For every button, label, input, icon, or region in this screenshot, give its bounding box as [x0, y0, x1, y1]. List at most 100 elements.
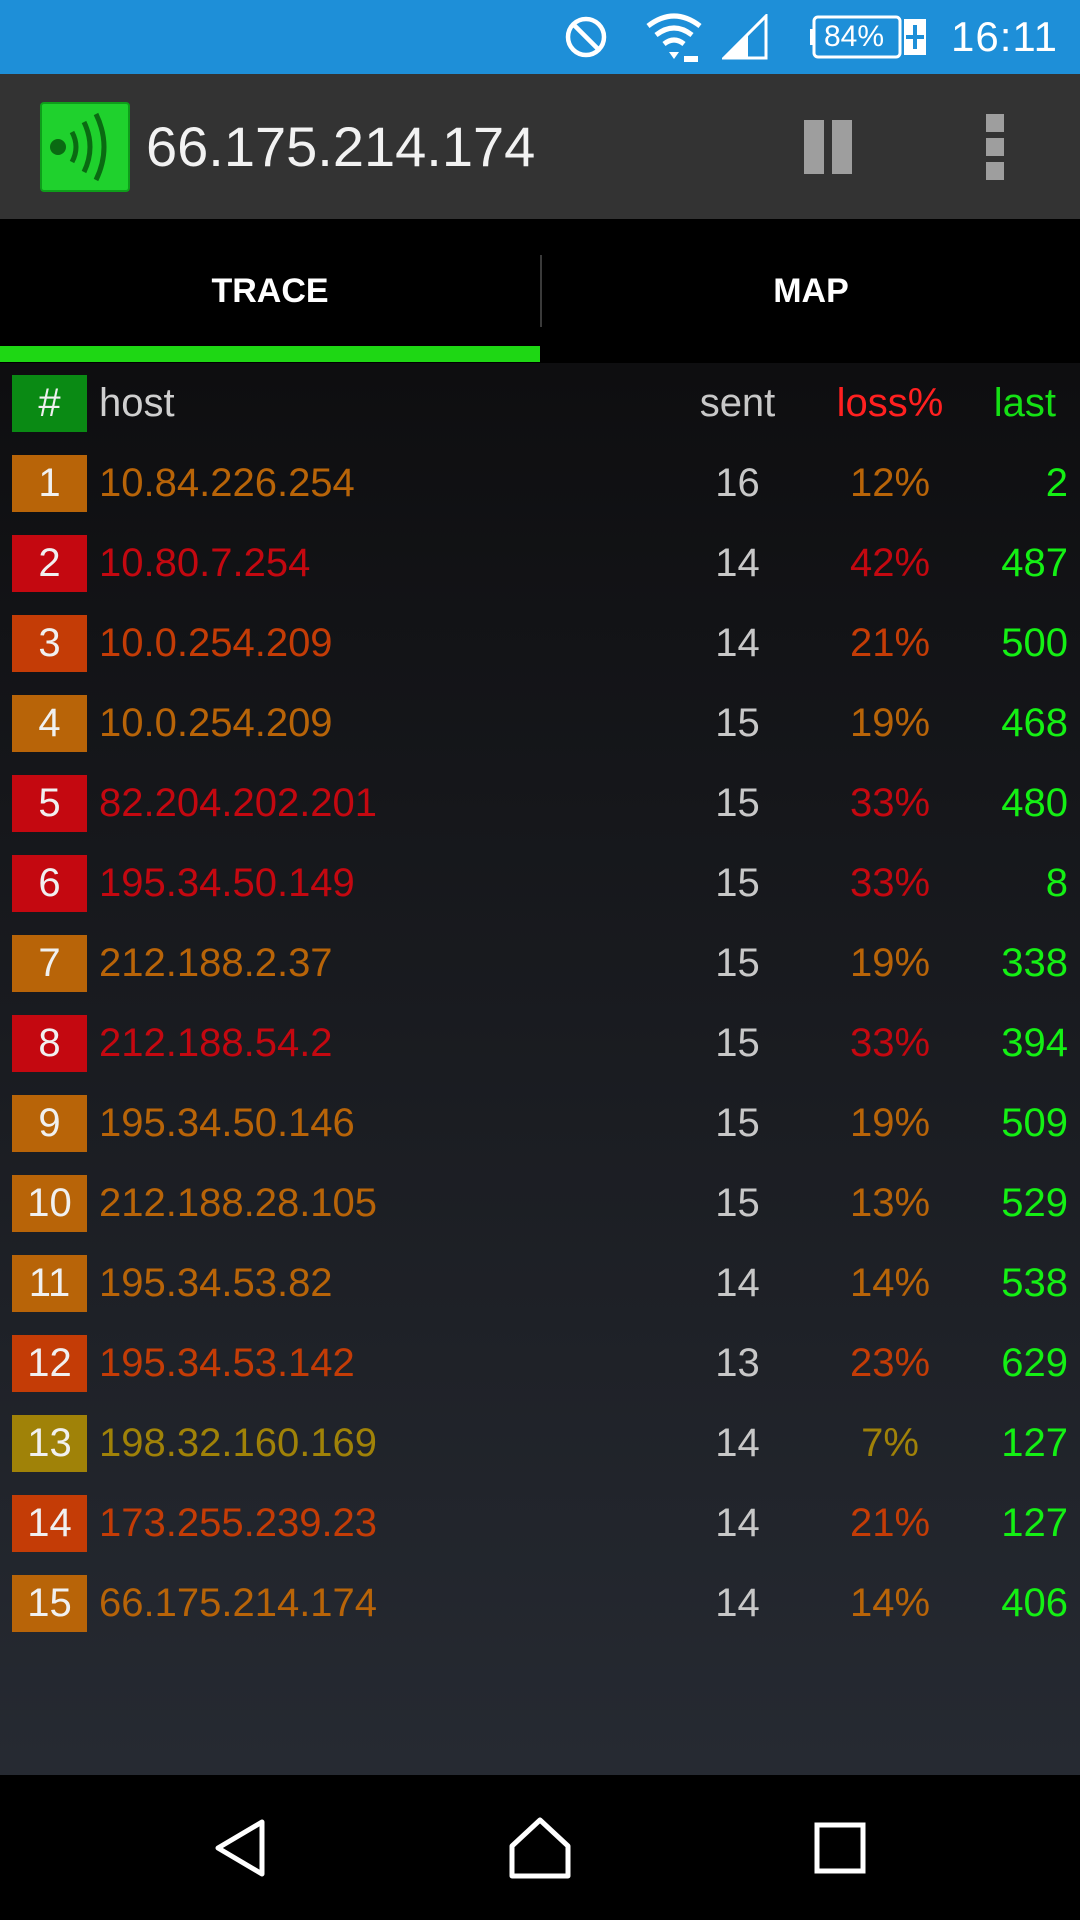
table-row[interactable]: 7 212.188.2.37 15 19% 338	[0, 923, 1080, 1003]
hop-sent: 13	[715, 1340, 760, 1385]
hop-sent: 14	[715, 1500, 760, 1545]
header-host: host	[99, 380, 175, 425]
table-row[interactable]: 2 10.80.7.254 14 42% 487	[0, 523, 1080, 603]
hop-number: 15	[12, 1575, 87, 1632]
pause-button[interactable]	[800, 120, 856, 174]
overflow-menu-button[interactable]	[980, 114, 1010, 180]
hop-loss: 21%	[849, 1500, 931, 1545]
hop-host: 10.84.226.254	[99, 460, 355, 505]
hop-sent: 15	[715, 1100, 760, 1145]
signal-icon	[722, 0, 768, 74]
table-row[interactable]: 1 10.84.226.254 16 12% 2	[0, 443, 1080, 523]
hop-host: 212.188.54.2	[99, 1020, 333, 1065]
hop-loss: 21%	[849, 620, 931, 665]
hop-last: 509	[1001, 1100, 1068, 1145]
tab-map[interactable]: MAP	[542, 219, 1080, 363]
hop-sent: 14	[715, 540, 760, 585]
table-row[interactable]: 4 10.0.254.209 15 19% 468	[0, 683, 1080, 763]
hop-last: 338	[1001, 940, 1068, 985]
hop-host: 82.204.202.201	[99, 780, 378, 825]
hop-sent: 15	[715, 940, 760, 985]
do-not-disturb-icon	[562, 0, 610, 74]
status-bar: 84% 16:11	[0, 0, 1080, 74]
home-button[interactable]	[480, 1775, 600, 1920]
hop-loss: 13%	[849, 1180, 931, 1225]
hop-last: 500	[1001, 620, 1068, 665]
table-row[interactable]: 5 82.204.202.201 15 33% 480	[0, 763, 1080, 843]
hop-number: 3	[12, 615, 87, 672]
table-row[interactable]: 11 195.34.53.82 14 14% 538	[0, 1243, 1080, 1323]
hop-host: 212.188.28.105	[99, 1180, 378, 1225]
hop-last: 480	[1001, 780, 1068, 825]
app-bar: 66.175.214.174	[0, 74, 1080, 219]
recents-button[interactable]	[780, 1775, 900, 1920]
table-row[interactable]: 12 195.34.53.142 13 23% 629	[0, 1323, 1080, 1403]
hop-loss: 42%	[849, 540, 931, 585]
trace-table: # host sent loss% last 1 10.84.226.254 16 1…	[0, 363, 1080, 1775]
table-row[interactable]: 13 198.32.160.169 14 7% 127	[0, 1403, 1080, 1483]
hop-last: 394	[1001, 1020, 1068, 1065]
hop-host: 195.34.53.142	[99, 1340, 355, 1385]
hop-last: 2	[1045, 460, 1068, 505]
pause-icon	[804, 120, 824, 174]
table-header: # host sent loss% last	[0, 363, 1080, 443]
table-row[interactable]: 8 212.188.54.2 15 33% 394	[0, 1003, 1080, 1083]
hop-last: 8	[1045, 860, 1068, 905]
hop-host: 66.175.214.174	[99, 1580, 378, 1625]
table-row[interactable]: 14 173.255.239.23 14 21% 127	[0, 1483, 1080, 1563]
hop-number: 5	[12, 775, 87, 832]
app-logo-icon	[40, 102, 130, 192]
hop-host: 10.80.7.254	[99, 540, 311, 585]
hop-number: 9	[12, 1095, 87, 1152]
hop-sent: 15	[715, 1020, 760, 1065]
hop-sent: 15	[715, 780, 760, 825]
table-row[interactable]: 9 195.34.50.146 15 19% 509	[0, 1083, 1080, 1163]
hop-sent: 14	[715, 1580, 760, 1625]
hop-loss: 33%	[849, 1020, 931, 1065]
table-row[interactable]: 15 66.175.214.174 14 14% 406	[0, 1563, 1080, 1643]
wifi-icon	[644, 0, 704, 74]
hop-host: 10.0.254.209	[99, 620, 333, 665]
hop-sent: 15	[715, 700, 760, 745]
table-row[interactable]: 6 195.34.50.149 15 33% 8	[0, 843, 1080, 923]
hop-number: 1	[12, 455, 87, 512]
hop-sent: 15	[715, 1180, 760, 1225]
hop-sent: 15	[715, 860, 760, 905]
hop-last: 538	[1001, 1260, 1068, 1305]
hop-number: 7	[12, 935, 87, 992]
hop-loss: 19%	[849, 1100, 931, 1145]
hop-host: 195.34.50.149	[99, 860, 355, 905]
header-sent: sent	[699, 380, 776, 425]
hop-loss: 23%	[849, 1340, 931, 1385]
page-title: 66.175.214.174	[146, 115, 536, 178]
recents-icon	[814, 1822, 866, 1873]
hop-sent: 14	[715, 1260, 760, 1305]
header-loss: loss%	[836, 380, 944, 425]
hop-number: 4	[12, 695, 87, 752]
hop-last: 529	[1001, 1180, 1068, 1225]
hop-number: 12	[12, 1335, 87, 1392]
hop-sent: 14	[715, 1420, 760, 1465]
hop-loss: 14%	[849, 1580, 931, 1625]
hop-loss: 33%	[849, 860, 931, 905]
hop-sent: 16	[715, 460, 760, 505]
hop-loss: 19%	[849, 940, 931, 985]
nav-bar	[0, 1775, 1080, 1920]
hop-last: 468	[1001, 700, 1068, 745]
active-tab-indicator	[0, 346, 540, 362]
table-row[interactable]: 10 212.188.28.105 15 13% 529	[0, 1163, 1080, 1243]
tab-bar: TRACE MAP	[0, 219, 1080, 363]
back-button[interactable]	[180, 1775, 300, 1920]
hop-host: 212.188.2.37	[99, 940, 333, 985]
battery-icon: 84%	[810, 0, 928, 74]
hop-host: 173.255.239.23	[99, 1500, 378, 1545]
clock: 16:11	[951, 13, 1058, 60]
hop-number: 2	[12, 535, 87, 592]
hop-host: 195.34.53.82	[99, 1260, 333, 1305]
header-num: #	[12, 375, 87, 432]
tab-trace[interactable]: TRACE	[0, 219, 540, 363]
hop-last: 629	[1001, 1340, 1068, 1385]
overflow-menu-icon	[986, 114, 1004, 132]
hop-number: 13	[12, 1415, 87, 1472]
table-row[interactable]: 3 10.0.254.209 14 21% 500	[0, 603, 1080, 683]
